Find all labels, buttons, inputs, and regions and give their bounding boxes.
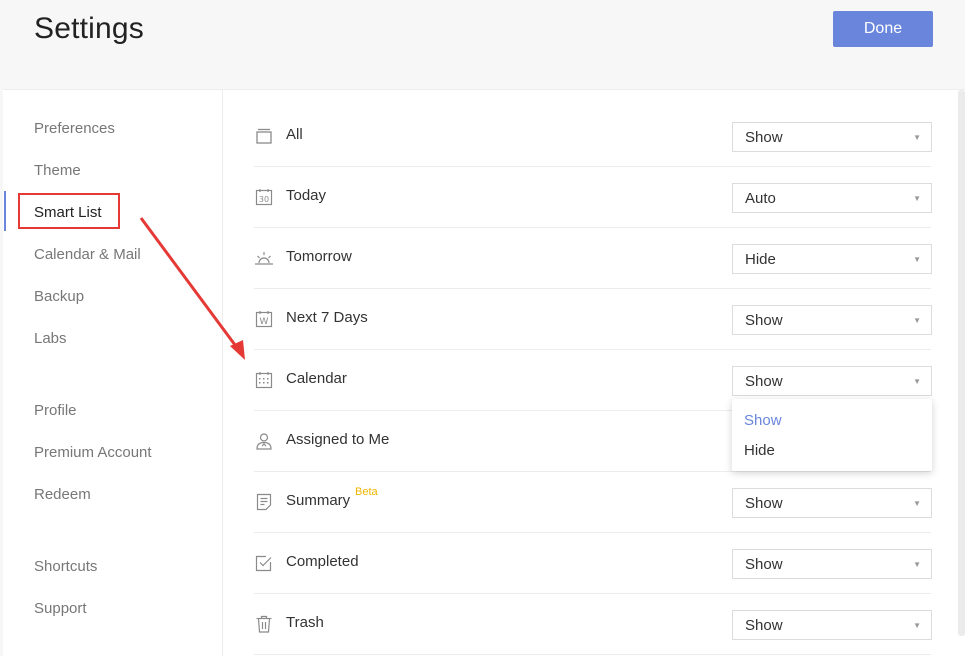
row-label: Today — [286, 187, 327, 204]
row-label: Assigned to Me — [286, 431, 390, 448]
visibility-select[interactable]: Show ▼ — [732, 366, 932, 396]
visibility-select[interactable]: Show ▼ — [732, 305, 932, 335]
calendar-grid-icon — [254, 370, 274, 390]
select-value: Hide — [745, 251, 776, 268]
sidebar-item-calendar-mail[interactable]: Calendar & Mail — [34, 246, 141, 263]
sidebar-item-backup[interactable]: Backup — [34, 288, 84, 305]
user-icon — [254, 431, 274, 451]
row-label: Trash — [286, 614, 324, 631]
caret-down-icon: ▼ — [913, 377, 921, 386]
smart-list-row-trash: Trash Show ▼ — [254, 594, 932, 655]
sidebar-item-support[interactable]: Support — [34, 600, 87, 617]
select-value: Show — [745, 373, 783, 390]
smart-list-row-tomorrow: Tomorrow Hide ▼ — [254, 228, 932, 289]
trash-icon — [254, 614, 274, 634]
caret-down-icon: ▼ — [913, 560, 921, 569]
row-label: Completed — [286, 553, 359, 570]
row-label: Calendar — [286, 370, 347, 387]
svg-text:W: W — [260, 317, 269, 327]
done-button[interactable]: Done — [833, 11, 933, 47]
select-value: Show — [745, 556, 783, 573]
visibility-select[interactable]: Hide ▼ — [732, 244, 932, 274]
visibility-select[interactable]: Show ▼ — [732, 610, 932, 640]
caret-down-icon: ▼ — [913, 621, 921, 630]
sidebar-item-labs[interactable]: Labs — [34, 330, 67, 347]
row-label: All — [286, 126, 303, 143]
smart-list-row-today: 30 Today Auto ▼ — [254, 167, 932, 228]
dropdown-option-show[interactable]: Show — [744, 412, 782, 429]
smart-list-row-summary: Summary Beta Show ▼ — [254, 472, 932, 533]
caret-down-icon: ▼ — [913, 499, 921, 508]
caret-down-icon: ▼ — [913, 194, 921, 203]
smart-list-row-completed: Completed Show ▼ — [254, 533, 932, 594]
caret-down-icon: ▼ — [913, 316, 921, 325]
select-value: Show — [745, 129, 783, 146]
row-label: Next 7 Days — [286, 309, 368, 326]
page-title: Settings — [34, 12, 144, 45]
scrollbar[interactable] — [958, 90, 965, 636]
smart-list-row-next-7-days: W Next 7 Days Show ▼ — [254, 289, 932, 350]
visibility-select[interactable]: Show ▼ — [732, 488, 932, 518]
row-label: Summary — [286, 492, 351, 509]
sidebar-item-redeem[interactable]: Redeem — [34, 486, 91, 503]
sidebar: Preferences Theme Smart List Calendar & … — [3, 90, 223, 656]
sidebar-item-shortcuts[interactable]: Shortcuts — [34, 558, 97, 575]
annotation-highlight-box — [18, 193, 120, 229]
smart-list-settings: All Show ▼ 30 Today Auto ▼ Tomorrow Hide… — [223, 90, 965, 656]
select-value: Show — [745, 495, 783, 512]
dropdown-option-hide[interactable]: Hide — [744, 442, 775, 459]
caret-down-icon: ▼ — [913, 133, 921, 142]
summary-icon — [254, 492, 274, 512]
caret-down-icon: ▼ — [913, 255, 921, 264]
select-value: Show — [745, 617, 783, 634]
visibility-select[interactable]: Show ▼ — [732, 549, 932, 579]
select-value: Show — [745, 312, 783, 329]
active-indicator — [4, 191, 6, 231]
visibility-dropdown-menu: Show Hide — [732, 399, 932, 471]
inbox-icon — [254, 126, 274, 146]
visibility-select[interactable]: Show ▼ — [732, 122, 932, 152]
settings-panel: Preferences Theme Smart List Calendar & … — [3, 89, 965, 656]
select-value: Auto — [745, 190, 776, 207]
row-label: Tomorrow — [286, 248, 352, 265]
sidebar-item-profile[interactable]: Profile — [34, 402, 77, 419]
settings-header: Settings Done — [0, 0, 965, 90]
svg-text:30: 30 — [259, 195, 269, 204]
smart-list-row-all: All Show ▼ — [254, 106, 932, 167]
sunrise-icon — [254, 248, 274, 268]
calendar-week-icon: W — [254, 309, 274, 329]
sidebar-item-theme[interactable]: Theme — [34, 162, 81, 179]
visibility-select[interactable]: Auto ▼ — [732, 183, 932, 213]
beta-badge: Beta — [355, 486, 378, 498]
sidebar-item-premium-account[interactable]: Premium Account — [34, 444, 152, 461]
sidebar-item-preferences[interactable]: Preferences — [34, 120, 115, 137]
calendar-30-icon: 30 — [254, 187, 274, 207]
checkbox-icon — [254, 553, 274, 573]
